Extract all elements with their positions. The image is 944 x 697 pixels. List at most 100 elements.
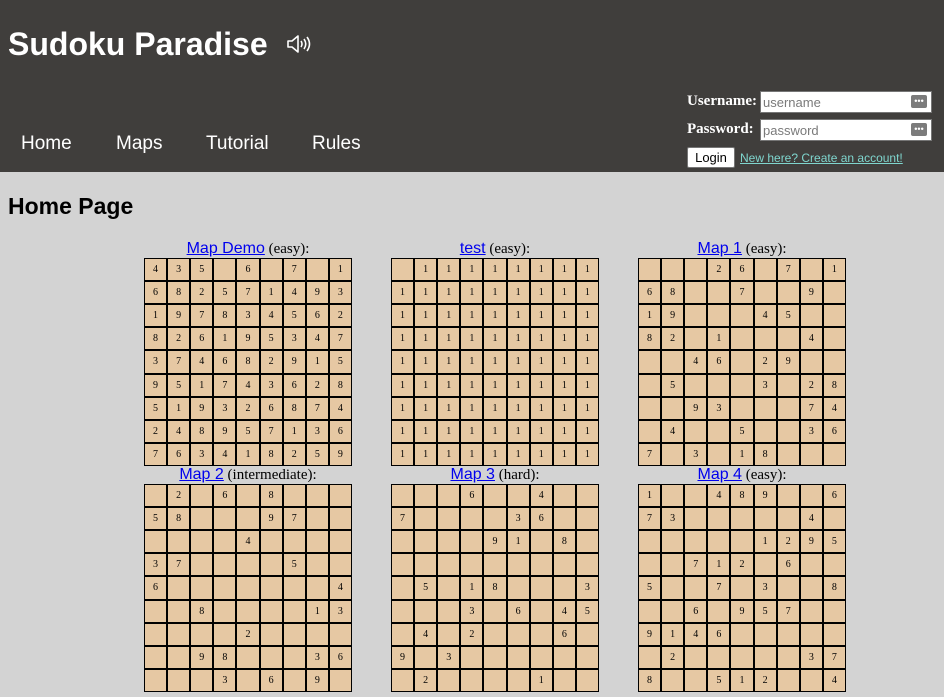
grid-cell	[708, 374, 730, 396]
grid-cell: 1	[576, 374, 598, 396]
grid-cell: 8	[484, 577, 506, 599]
username-input[interactable]	[761, 92, 907, 112]
grid-cell: 5	[823, 531, 845, 553]
grid-cell	[392, 531, 414, 553]
grid-cell	[237, 600, 259, 622]
grid-cell: 5	[329, 351, 351, 373]
grid-cell	[530, 646, 552, 668]
grid-cell: 7	[800, 397, 822, 419]
grid-cell: 7	[823, 646, 845, 668]
password-input[interactable]	[761, 120, 907, 140]
grid-cell	[306, 259, 328, 281]
grid-cell: 7	[145, 443, 167, 465]
map-link[interactable]: Map 2	[179, 466, 223, 483]
grid-cell	[168, 600, 190, 622]
grid-cell: 4	[191, 351, 213, 373]
grid-cell	[461, 508, 483, 530]
grid-cell	[823, 623, 845, 645]
sudoku-grid[interactable]: 4356716825714931978345628261953473746829…	[144, 258, 352, 466]
grid-cell: 7	[191, 305, 213, 327]
grid-cell	[168, 623, 190, 645]
grid-cell	[800, 600, 822, 622]
grid-cell	[823, 600, 845, 622]
site-header: Sudoku Paradise Home Maps Tutorial Rules…	[0, 0, 944, 172]
grid-cell: 6	[329, 420, 351, 442]
grid-cell: 1	[553, 328, 575, 350]
page-title: Home Page	[8, 193, 134, 219]
grid-cell	[461, 646, 483, 668]
grid-cell: 3	[438, 646, 460, 668]
nav-maps-link[interactable]: Maps	[116, 133, 162, 155]
nav-rules-link[interactable]: Rules	[312, 133, 361, 155]
grid-cell	[662, 397, 684, 419]
grid-cell: 1	[754, 531, 776, 553]
sudoku-grid[interactable]: 267168791945821446295328937445367318	[638, 258, 846, 466]
grid-cell: 6	[214, 485, 236, 507]
grid-cell: 5	[708, 669, 730, 691]
grid-cell: 3	[306, 420, 328, 442]
password-manager-icon[interactable]: •••	[911, 123, 927, 136]
grid-cell: 2	[306, 374, 328, 396]
password-manager-icon[interactable]: •••	[911, 95, 927, 108]
grid-cell	[800, 305, 822, 327]
grid-cell	[392, 623, 414, 645]
grid-cell: 1	[484, 420, 506, 442]
grid-cell: 2	[145, 420, 167, 442]
grid-cell: 9	[392, 646, 414, 668]
grid-cell	[777, 282, 799, 304]
grid-cell	[260, 623, 282, 645]
grid-cell	[507, 623, 529, 645]
sudoku-grid[interactable]: 1111111111111111111111111111111111111111…	[391, 258, 599, 466]
grid-cell	[283, 600, 305, 622]
grid-cell	[754, 508, 776, 530]
grid-cell	[306, 623, 328, 645]
nav-tutorial-link[interactable]: Tutorial	[206, 133, 269, 155]
grid-cell: 1	[507, 397, 529, 419]
map-link[interactable]: Map Demo	[187, 240, 265, 257]
grid-cell: 1	[484, 328, 506, 350]
grid-cell: 1	[438, 351, 460, 373]
grid-cell: 5	[731, 420, 753, 442]
grid-cell: 1	[507, 282, 529, 304]
grid-cell: 2	[415, 669, 437, 691]
grid-cell	[777, 669, 799, 691]
grid-cell: 1	[306, 351, 328, 373]
grid-cell: 1	[576, 282, 598, 304]
grid-cell	[708, 305, 730, 327]
grid-cell	[214, 531, 236, 553]
nav-home-link[interactable]: Home	[21, 133, 72, 155]
login-button[interactable]: Login	[687, 147, 735, 168]
grid-cell	[800, 669, 822, 691]
grid-cell: 1	[507, 443, 529, 465]
map-link[interactable]: Map 4	[697, 466, 741, 483]
grid-cell: 1	[530, 282, 552, 304]
grid-cell	[283, 577, 305, 599]
grid-cell: 1	[530, 669, 552, 691]
map-link[interactable]: test	[460, 240, 486, 257]
sudoku-grid[interactable]: 148967341295712657386957914623785124	[638, 484, 846, 692]
sudoku-grid[interactable]: 268589743756481329836369	[144, 484, 352, 692]
speaker-icon[interactable]	[286, 34, 312, 54]
map-link[interactable]: Map 3	[450, 466, 494, 483]
grid-cell	[754, 646, 776, 668]
grid-cell: 7	[639, 508, 661, 530]
sudoku-grid[interactable]: 64736918518336454269321	[391, 484, 599, 692]
grid-cell: 8	[145, 328, 167, 350]
grid-cell: 9	[306, 282, 328, 304]
grid-cell: 1	[553, 305, 575, 327]
grid-cell	[576, 669, 598, 691]
grid-cell: 2	[191, 282, 213, 304]
map-link[interactable]: Map 1	[697, 240, 741, 257]
create-account-link[interactable]: New here? Create an account!	[740, 151, 903, 165]
grid-cell: 1	[484, 443, 506, 465]
grid-cell: 1	[731, 669, 753, 691]
grid-cell: 1	[438, 420, 460, 442]
grid-cell	[777, 328, 799, 350]
grid-cell: 9	[484, 531, 506, 553]
grid-cell	[639, 646, 661, 668]
grid-cell: 5	[283, 305, 305, 327]
grid-cell	[392, 485, 414, 507]
grid-cell: 1	[553, 443, 575, 465]
grid-cell: 1	[639, 485, 661, 507]
grid-cell: 6	[260, 669, 282, 691]
